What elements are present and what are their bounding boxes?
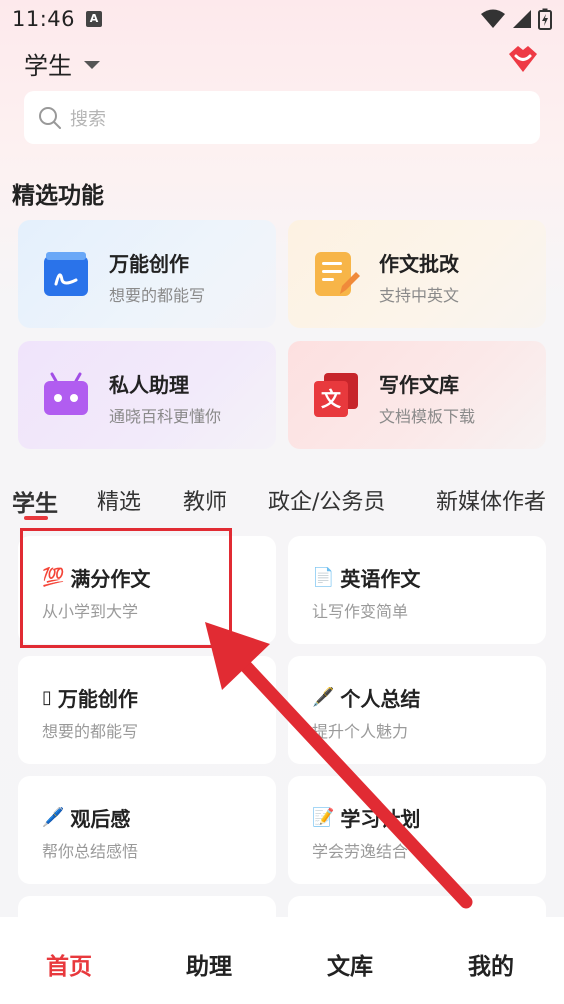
caret-down-icon <box>84 60 100 69</box>
nav-assistant[interactable]: 助理 <box>186 947 232 981</box>
feature-card-essay-correction[interactable]: 作文批改 支持中英文 <box>288 220 546 328</box>
template-subtitle: 提升个人魅力 <box>312 722 409 741</box>
placeholder-glyph-icon: ▯ <box>42 687 52 708</box>
template-title: 英语作文 <box>340 567 421 591</box>
signal-icon <box>513 10 531 28</box>
nav-me[interactable]: 我的 <box>468 947 514 981</box>
role-selector[interactable]: 学生 <box>24 46 100 81</box>
search-placeholder: 搜索 <box>70 108 106 130</box>
status-icons <box>480 8 552 30</box>
library-icon: 文 <box>314 373 358 417</box>
document-icon: 📄 <box>312 567 335 588</box>
svg-text:文: 文 <box>321 387 342 411</box>
feature-card-personal-assistant[interactable]: 私人助理 通晓百科更懂你 <box>18 341 276 449</box>
status-time: 11:46 <box>12 7 76 31</box>
nav-home[interactable]: 首页 <box>46 947 92 981</box>
bottom-nav: 首页 助理 文库 我的 <box>0 917 564 1004</box>
feature-title: 写作文库 <box>379 373 459 397</box>
template-title: 个人总结 <box>340 687 421 711</box>
template-title: 学习计划 <box>340 807 421 831</box>
template-subtitle: 想要的都能写 <box>42 722 139 741</box>
tab-government[interactable]: 政企/公务员 <box>268 484 385 516</box>
pen-icon: 🖊️ <box>42 807 65 828</box>
battery-charging-icon <box>538 8 552 30</box>
status-bar: 11:46 A <box>0 0 564 38</box>
feature-subtitle: 想要的都能写 <box>109 286 206 305</box>
memo-icon: 📝 <box>312 807 335 828</box>
annotation-highlight-box <box>20 528 232 648</box>
section-title: 精选功能 <box>12 183 104 209</box>
template-card-personal-summary[interactable]: 🖋️ 个人总结 提升个人魅力 <box>288 656 546 764</box>
tab-indicator <box>24 516 48 520</box>
template-subtitle: 帮你总结感悟 <box>42 842 139 861</box>
robot-icon <box>44 372 88 415</box>
template-subtitle: 学会劳逸结合 <box>312 842 409 861</box>
template-subtitle: 让写作变简单 <box>312 602 409 621</box>
tab-student[interactable]: 学生 <box>12 484 58 518</box>
feature-subtitle: 通晓百科更懂你 <box>109 407 222 426</box>
lips-vip-icon[interactable] <box>506 44 540 74</box>
tab-new-media-author[interactable]: 新媒体作者 <box>436 484 546 516</box>
template-card-english-essay[interactable]: 📄 英语作文 让写作变简单 <box>288 536 546 644</box>
template-title: 万能创作 <box>57 687 138 711</box>
nav-library[interactable]: 文库 <box>327 947 373 981</box>
tab-featured[interactable]: 精选 <box>97 484 141 516</box>
feature-title: 私人助理 <box>109 373 189 397</box>
template-card-review[interactable]: 🖊️ 观后感 帮你总结感悟 <box>18 776 276 884</box>
tab-teacher[interactable]: 教师 <box>183 484 227 516</box>
search-icon <box>39 106 61 129</box>
feature-title: 万能创作 <box>109 252 189 276</box>
feature-subtitle: 支持中英文 <box>379 286 460 305</box>
pen-note-icon <box>44 252 88 296</box>
edit-document-icon <box>315 252 360 296</box>
wifi-icon <box>481 9 505 28</box>
role-label: 学生 <box>24 52 72 80</box>
notification-a-icon: A <box>86 11 102 27</box>
feature-card-universal-writing[interactable]: 万能创作 想要的都能写 <box>18 220 276 328</box>
template-card-study-plan[interactable]: 📝 学习计划 学会劳逸结合 <box>288 776 546 884</box>
feature-title: 作文批改 <box>379 252 459 276</box>
feature-subtitle: 文档模板下载 <box>379 407 476 426</box>
search-bar[interactable]: 搜索 <box>24 91 540 144</box>
template-title: 观后感 <box>70 807 131 831</box>
feature-card-writing-library[interactable]: 文 写作文库 文档模板下载 <box>288 341 546 449</box>
template-card-universal-writing[interactable]: ▯ 万能创作 想要的都能写 <box>18 656 276 764</box>
category-tabs: 学生 精选 教师 政企/公务员 新媒体作者 <box>0 480 564 524</box>
fountain-pen-icon: 🖋️ <box>312 687 335 708</box>
